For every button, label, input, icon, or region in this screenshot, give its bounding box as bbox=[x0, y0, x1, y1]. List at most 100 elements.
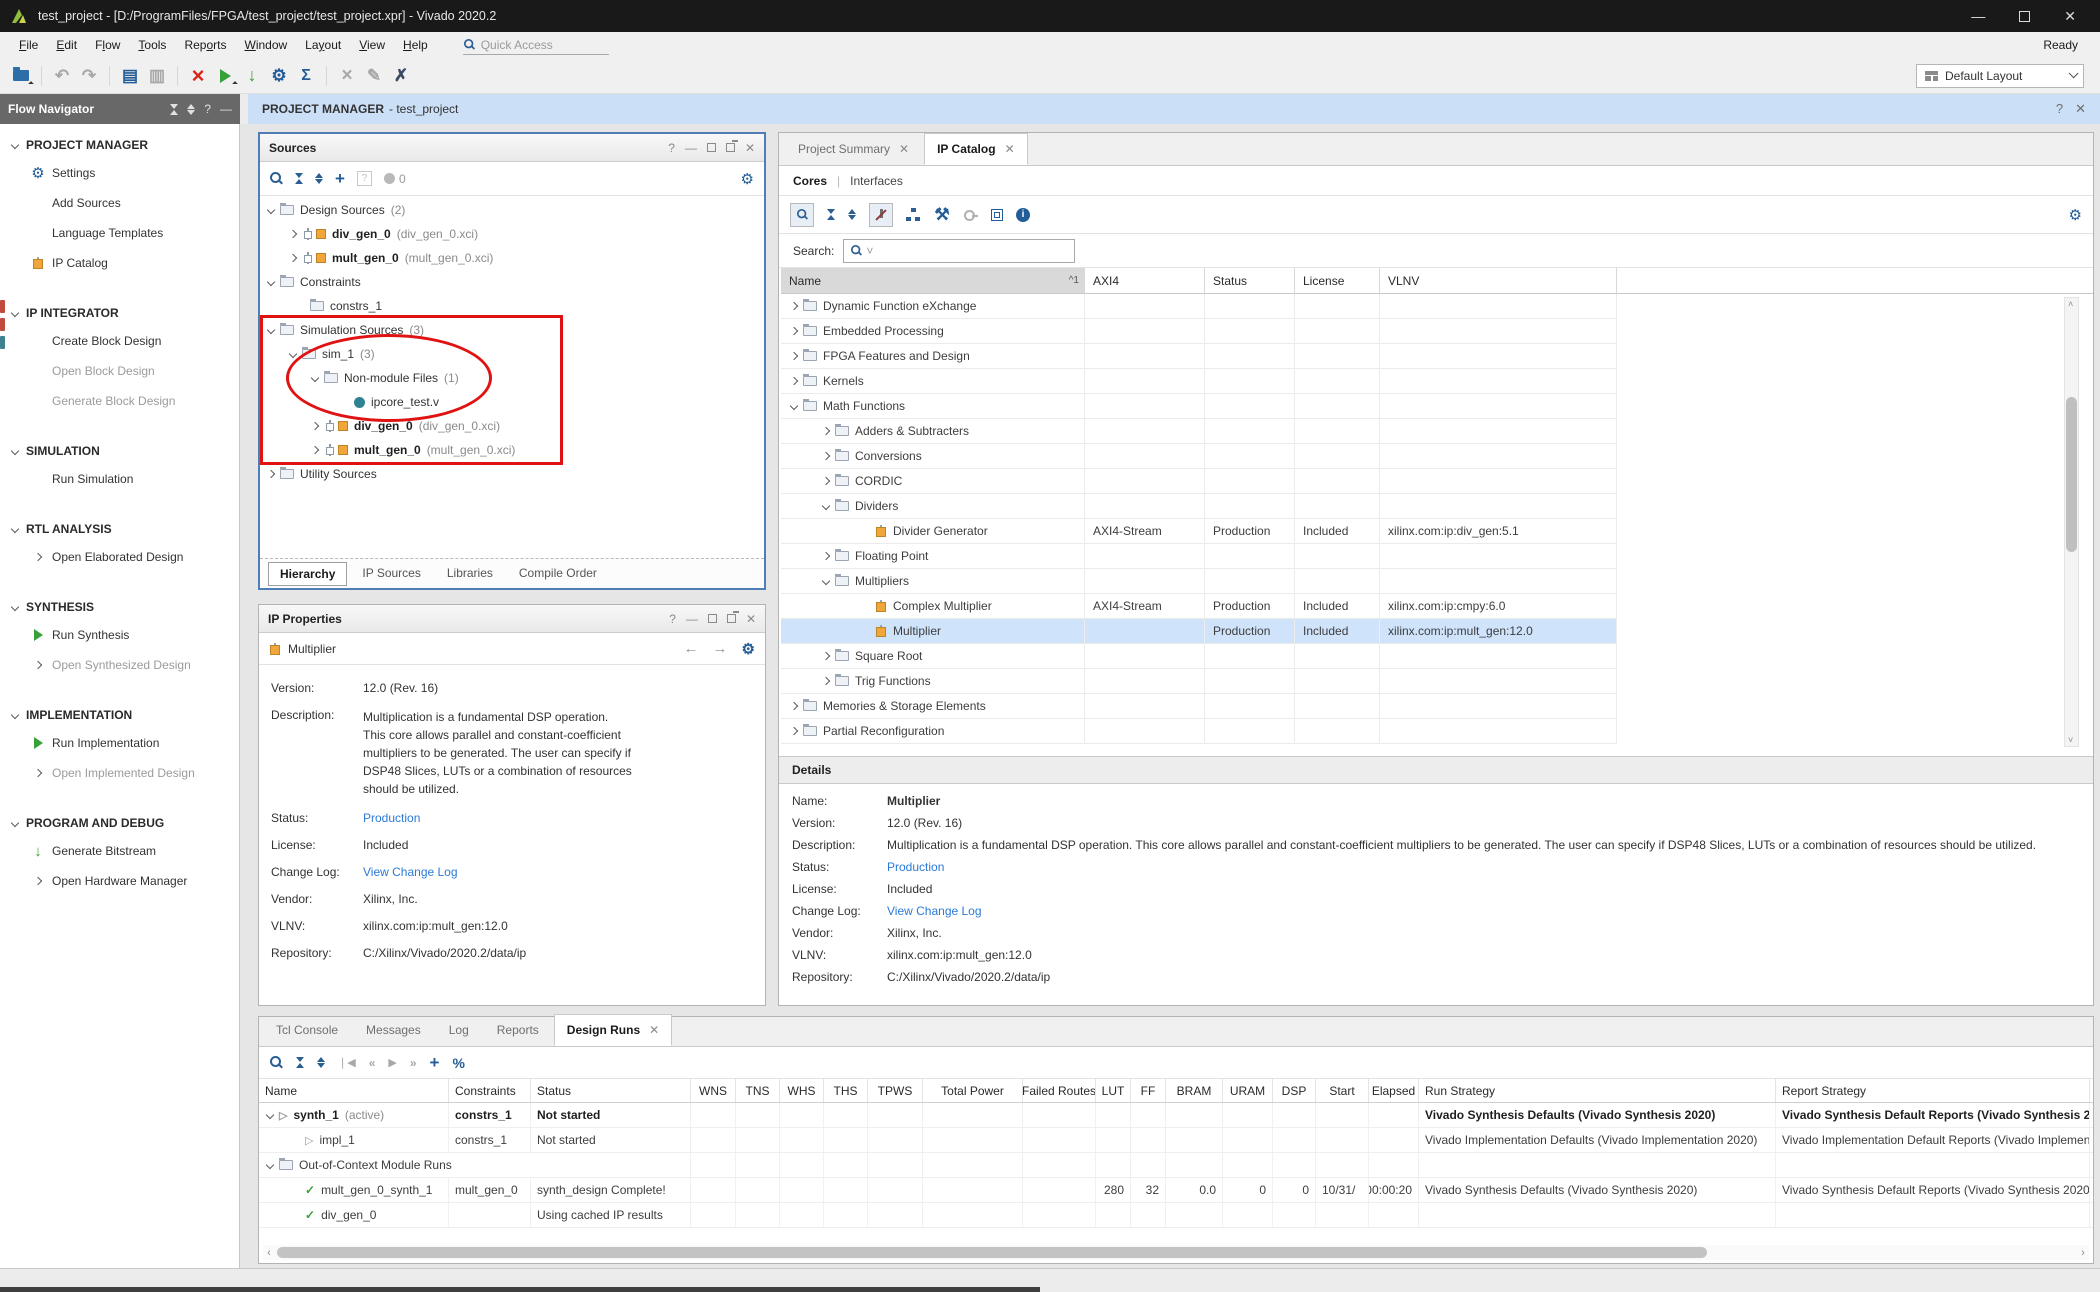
tree-item-constrs-1[interactable]: constrs_1 bbox=[260, 294, 764, 318]
undo-icon[interactable]: ↶ bbox=[53, 67, 71, 85]
column-header-status[interactable]: Status bbox=[531, 1079, 691, 1102]
float-icon[interactable] bbox=[726, 143, 735, 152]
close-tab-icon[interactable]: ✕ bbox=[899, 142, 909, 156]
help-icon[interactable]: ? bbox=[204, 102, 211, 116]
minimize-button[interactable]: — bbox=[1971, 8, 1985, 25]
column-header-elapsed[interactable]: Elapsed bbox=[1369, 1079, 1419, 1102]
column-header-report-strategy[interactable]: Report Strategy bbox=[1776, 1079, 2090, 1102]
info-icon[interactable] bbox=[1016, 208, 1030, 222]
sum-icon[interactable]: Σ bbox=[297, 67, 315, 85]
expand-all-icon[interactable] bbox=[317, 1057, 325, 1068]
step-forward-icon[interactable]: » bbox=[410, 1056, 417, 1070]
column-header-ths[interactable]: THS bbox=[824, 1079, 868, 1102]
menu-edit[interactable]: Edit bbox=[47, 38, 86, 52]
catalog-row-dynamic-function-exchange[interactable]: Dynamic Function eXchange bbox=[781, 294, 1617, 319]
catalog-row-embedded-processing[interactable]: Embedded Processing bbox=[781, 319, 1617, 344]
column-header-whs[interactable]: WHS bbox=[780, 1079, 824, 1102]
column-header-constraints[interactable]: Constraints bbox=[449, 1079, 531, 1102]
tab-hierarchy[interactable]: Hierarchy bbox=[268, 562, 347, 586]
tree-item-simulation-sources[interactable]: Simulation Sources(3) bbox=[260, 318, 764, 342]
menu-layout[interactable]: Layout bbox=[296, 38, 350, 52]
close-icon[interactable]: ✕ bbox=[745, 141, 755, 155]
create-run-icon[interactable]: + bbox=[430, 1053, 440, 1073]
catalog-row-conversions[interactable]: Conversions bbox=[781, 444, 1617, 469]
sidebar-item-open-elaborated-design[interactable]: Open Elaborated Design bbox=[0, 542, 239, 572]
back-icon[interactable]: ← bbox=[684, 640, 699, 657]
tree-item-div-gen-0[interactable]: div_gen_0(div_gen_0.xci) bbox=[260, 414, 764, 438]
cancel-run-icon[interactable]: × bbox=[338, 67, 356, 85]
expand-all-icon[interactable] bbox=[848, 209, 856, 220]
help-icon[interactable]: ? bbox=[2056, 101, 2063, 117]
sidebar-item-run-simulation[interactable]: Run Simulation bbox=[0, 464, 239, 494]
sidebar-item-create-block-design[interactable]: Create Block Design bbox=[0, 326, 239, 356]
catalog-row-multiplier[interactable]: MultiplierProductionIncludedxilinx.com:i… bbox=[781, 619, 1617, 644]
sidebar-section-header-program-and-debug[interactable]: PROGRAM AND DEBUG bbox=[0, 810, 239, 836]
scrollbar-thumb[interactable] bbox=[2066, 397, 2077, 552]
collapse-all-icon[interactable] bbox=[295, 173, 303, 184]
maximize-button[interactable] bbox=[2019, 11, 2030, 22]
wrench-icon[interactable]: ⚒ bbox=[933, 206, 951, 224]
edit-disabled-icon[interactable]: ✎ bbox=[365, 67, 383, 85]
field-value[interactable]: View Change Log bbox=[363, 865, 458, 879]
column-header-bram[interactable]: BRAM bbox=[1166, 1079, 1223, 1102]
subtab-cores[interactable]: Cores bbox=[793, 174, 827, 188]
add-sources-icon[interactable]: + bbox=[335, 169, 345, 189]
vertical-scrollbar[interactable]: ˄ ˅ bbox=[2064, 297, 2079, 747]
menu-flow[interactable]: Flow bbox=[86, 38, 129, 52]
expand-all-icon[interactable] bbox=[315, 173, 323, 184]
expand-all-icon[interactable] bbox=[187, 104, 195, 115]
field-value[interactable]: Production bbox=[887, 860, 944, 874]
scroll-up-icon[interactable]: ˄ bbox=[2068, 299, 2073, 309]
forward-icon[interactable]: → bbox=[713, 640, 728, 657]
tree-item-sim-1[interactable]: sim_1(3) bbox=[260, 342, 764, 366]
settings-icon[interactable]: ⚙ bbox=[270, 67, 288, 85]
collapse-all-icon[interactable] bbox=[170, 104, 178, 115]
tree-item-utility-sources[interactable]: Utility Sources bbox=[260, 462, 764, 486]
column-header-run-strategy[interactable]: Run Strategy bbox=[1419, 1079, 1776, 1102]
column-header-status[interactable]: Status bbox=[1205, 268, 1295, 293]
clear-icon[interactable]: ✗ bbox=[392, 67, 410, 85]
tree-item-mult-gen-0[interactable]: mult_gen_0(mult_gen_0.xci) bbox=[260, 438, 764, 462]
column-header-start[interactable]: Start bbox=[1316, 1079, 1369, 1102]
sidebar-section-header-rtl-analysis[interactable]: RTL ANALYSIS bbox=[0, 516, 239, 542]
minimize-icon[interactable]: — bbox=[686, 612, 698, 626]
menu-help[interactable]: Help bbox=[394, 38, 437, 52]
menu-view[interactable]: View bbox=[350, 38, 394, 52]
column-header-lut[interactable]: LUT bbox=[1096, 1079, 1131, 1102]
column-header-axi4[interactable]: AXI4 bbox=[1085, 268, 1205, 293]
tree-item-non-module-files[interactable]: Non-module Files(1) bbox=[260, 366, 764, 390]
horizontal-scrollbar[interactable]: ‹ › bbox=[263, 1245, 2089, 1260]
close-tab-icon[interactable]: ✕ bbox=[1005, 142, 1015, 156]
catalog-row-trig-functions[interactable]: Trig Functions bbox=[781, 669, 1617, 694]
search-icon[interactable] bbox=[270, 172, 283, 185]
sidebar-section-header-implementation[interactable]: IMPLEMENTATION bbox=[0, 702, 239, 728]
catalog-row-adders-subtracters[interactable]: Adders & Subtracters bbox=[781, 419, 1617, 444]
help-icon[interactable]: ? bbox=[668, 141, 675, 155]
tree-item-design-sources[interactable]: Design Sources(2) bbox=[260, 198, 764, 222]
run-row-impl-1[interactable]: ▷impl_1constrs_1Not startedVivado Implem… bbox=[259, 1128, 2093, 1153]
pin-disable-icon[interactable] bbox=[869, 203, 893, 227]
tab-ip-sources[interactable]: IP Sources bbox=[351, 562, 431, 586]
sidebar-section-header-synthesis[interactable]: SYNTHESIS bbox=[0, 594, 239, 620]
search-icon[interactable] bbox=[270, 1056, 283, 1069]
column-header-tpws[interactable]: TPWS bbox=[868, 1079, 923, 1102]
tree-item-mult-gen-0[interactable]: mult_gen_0(mult_gen_0.xci) bbox=[260, 246, 764, 270]
run-row-mult-gen-0-synth-1[interactable]: ✓mult_gen_0_synth_1mult_gen_0synth_desig… bbox=[259, 1178, 2093, 1203]
tab-reports[interactable]: Reports bbox=[484, 1014, 552, 1046]
float-icon[interactable] bbox=[727, 614, 736, 623]
column-header-name[interactable]: Name^1 bbox=[781, 268, 1085, 293]
tab-project-summary[interactable]: Project Summary✕ bbox=[785, 133, 922, 165]
column-header-dsp[interactable]: DSP bbox=[1273, 1079, 1316, 1102]
catalog-row-memories-storage-elements[interactable]: Memories & Storage Elements bbox=[781, 694, 1617, 719]
catalog-row-dividers[interactable]: Dividers bbox=[781, 494, 1617, 519]
column-header-ff[interactable]: FF bbox=[1131, 1079, 1166, 1102]
tree-item-ipcore-test-v[interactable]: ipcore_test.v bbox=[260, 390, 764, 414]
close-tab-icon[interactable]: ✕ bbox=[649, 1023, 659, 1037]
tab-libraries[interactable]: Libraries bbox=[436, 562, 504, 586]
generate-bitstream-icon[interactable]: ↓ bbox=[243, 67, 261, 85]
catalog-row-math-functions[interactable]: Math Functions bbox=[781, 394, 1617, 419]
maximize-icon[interactable] bbox=[708, 614, 717, 623]
subtab-interfaces[interactable]: Interfaces bbox=[850, 174, 903, 188]
search-icon[interactable] bbox=[790, 203, 814, 227]
catalog-row-cordic[interactable]: CORDIC bbox=[781, 469, 1617, 494]
